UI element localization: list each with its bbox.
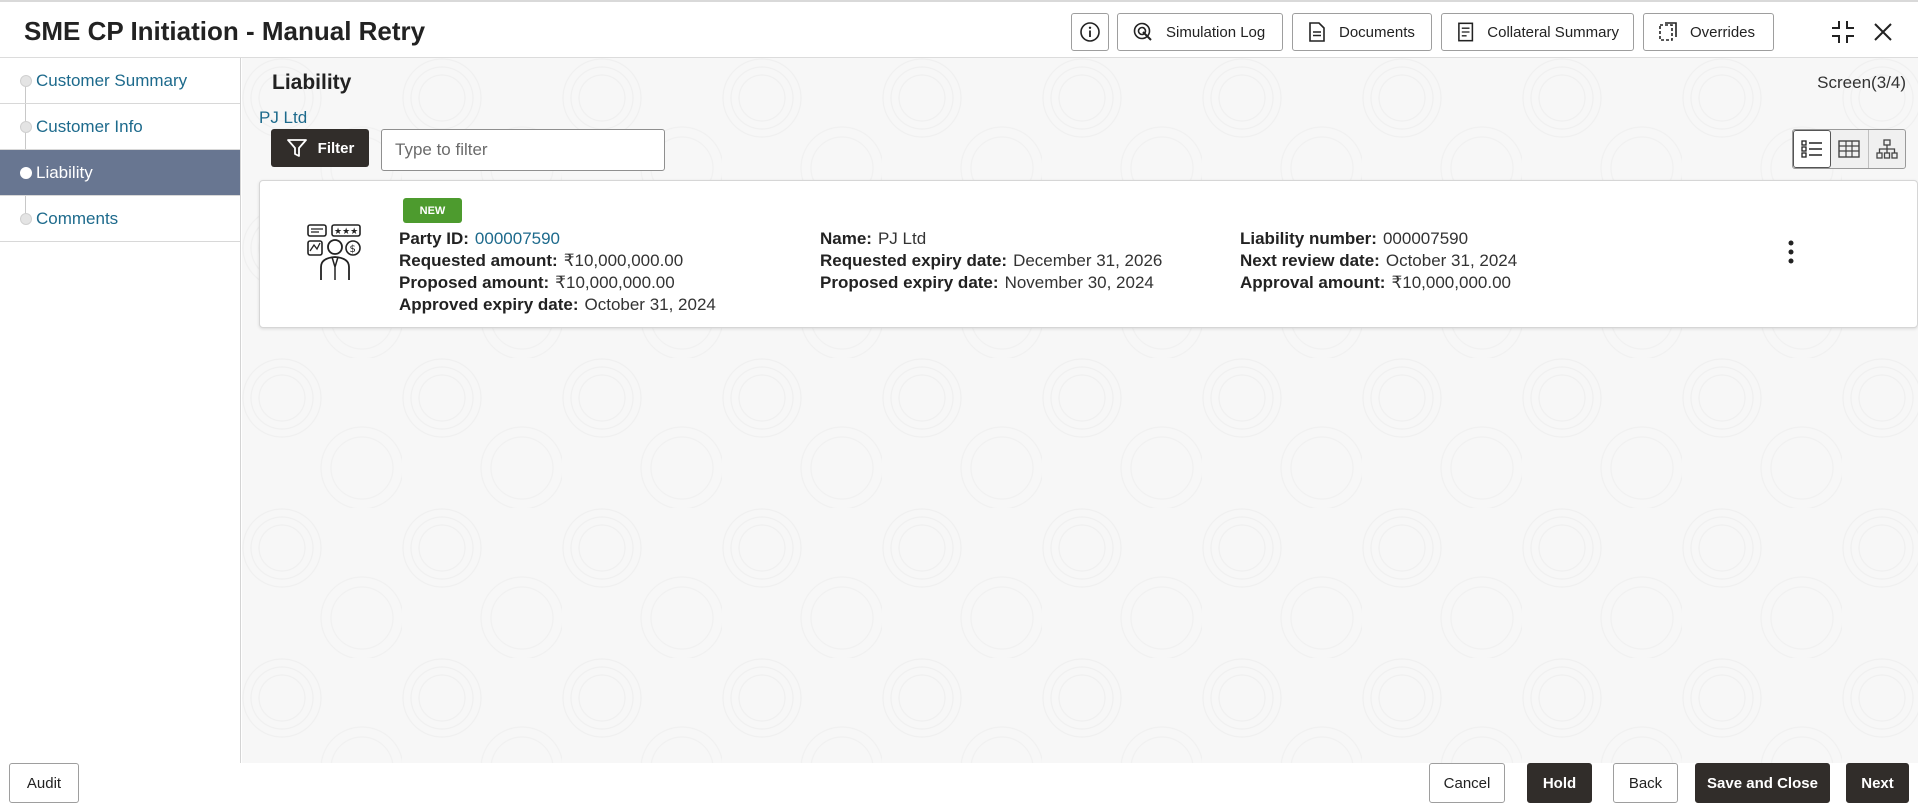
hierarchy-view-icon: [1876, 139, 1898, 159]
name-field: Name: PJ Ltd: [820, 229, 926, 249]
info-circle-icon: [1080, 22, 1100, 42]
document-icon: [1309, 22, 1325, 42]
sidebar-item-customer-info[interactable]: Customer Info: [0, 104, 240, 150]
field-value: October 31, 2024: [1385, 251, 1518, 270]
field-label: Requested expiry date:: [820, 251, 1008, 270]
cancel-button[interactable]: Cancel: [1429, 763, 1505, 803]
field-label: Approved expiry date:: [399, 295, 579, 314]
next-review-date-field: Next review date: October 31, 2024: [1240, 251, 1517, 271]
overrides-label: Overrides: [1690, 23, 1756, 41]
field-value: ₹10,000,000.00: [1391, 273, 1511, 292]
app-header: SME CP Initiation - Manual Retry Simulat…: [0, 0, 1918, 58]
kebab-menu-icon: [1788, 240, 1794, 264]
field-value: December 31, 2026: [1013, 251, 1163, 270]
list-view-icon: [1801, 140, 1823, 158]
proposed-amount-field: Proposed amount: ₹10,000,000.00: [399, 273, 675, 293]
next-button[interactable]: Next: [1846, 763, 1909, 803]
back-button[interactable]: Back: [1613, 763, 1678, 803]
sidebar-item-label: Customer Info: [36, 116, 143, 136]
requested-amount-field: Requested amount: ₹10,000,000.00: [399, 251, 683, 271]
screen-counter: Screen(3/4): [1817, 73, 1906, 92]
simulation-log-button[interactable]: Simulation Log: [1117, 13, 1283, 51]
status-badge: NEW: [403, 198, 462, 223]
documents-button[interactable]: Documents: [1292, 13, 1432, 51]
field-label: Requested amount:: [399, 251, 558, 270]
list-view-button[interactable]: [1793, 130, 1832, 168]
approval-amount-field: Approval amount: ₹10,000,000.00: [1240, 273, 1511, 293]
hold-button[interactable]: Hold: [1527, 763, 1592, 803]
table-view-button[interactable]: [1831, 130, 1869, 168]
field-label: Liability number:: [1240, 229, 1377, 248]
field-value: ₹10,000,000.00: [555, 273, 675, 292]
collapse-button[interactable]: [1829, 18, 1857, 46]
sidebar-item-liability[interactable]: Liability: [0, 150, 240, 196]
filter-button[interactable]: Filter: [271, 129, 369, 167]
simulation-log-label: Simulation Log: [1166, 23, 1266, 41]
step-dot-icon: [20, 121, 32, 133]
field-label: Proposed amount:: [399, 273, 550, 292]
sidebar-item-customer-summary[interactable]: Customer Summary: [0, 58, 240, 104]
overrides-icon: [1659, 22, 1677, 41]
more-actions-button[interactable]: [1787, 239, 1795, 270]
filter-input[interactable]: [381, 129, 665, 171]
step-dot-icon: [20, 213, 32, 225]
filter-label: Filter: [317, 139, 355, 157]
close-button[interactable]: [1869, 18, 1897, 46]
approved-expiry-date-field: Approved expiry date: October 31, 2024: [399, 295, 716, 315]
page-title: SME CP Initiation - Manual Retry: [24, 16, 426, 46]
field-label: Party ID:: [399, 229, 469, 248]
info-button[interactable]: [1071, 13, 1109, 51]
filter-icon: [286, 139, 307, 157]
sidebar-item-label: Customer Summary: [36, 70, 188, 90]
sidebar-item-comments[interactable]: Comments: [0, 196, 240, 242]
sidebar-item-label: Comments: [36, 208, 119, 228]
field-label: Next review date:: [1240, 251, 1380, 270]
field-value: PJ Ltd: [877, 229, 927, 248]
liability-card[interactable]: ★★★ $ NEW Party ID: 000007590 Requested a…: [259, 180, 1918, 328]
field-value: ₹10,000,000.00: [563, 251, 684, 270]
documents-label: Documents: [1339, 23, 1415, 41]
sidebar-item-label: Liability: [36, 162, 93, 182]
main-content: Liability Screen(3/4) PJ Ltd Filter Type…: [242, 58, 1918, 763]
party-id-link[interactable]: 000007590: [475, 229, 560, 248]
overrides-button[interactable]: Overrides: [1643, 13, 1774, 51]
field-value: November 30, 2024: [1004, 273, 1154, 292]
requested-expiry-date-field: Requested expiry date: December 31, 2026: [820, 251, 1162, 271]
field-label: Proposed expiry date:: [820, 273, 999, 292]
collateral-icon: [1458, 22, 1474, 42]
step-dot-icon: [20, 75, 32, 87]
collateral-summary-button[interactable]: Collateral Summary: [1441, 13, 1634, 51]
svg-text:★★★: ★★★: [334, 227, 358, 237]
collapse-icon: [1832, 21, 1854, 43]
party-id-field: Party ID: 000007590: [399, 229, 560, 249]
field-label: Name:: [820, 229, 872, 248]
field-value: 000007590: [1382, 229, 1469, 248]
view-mode-switcher: [1792, 129, 1906, 169]
liability-number-field: Liability number: 000007590: [1240, 229, 1468, 249]
collateral-summary-label: Collateral Summary: [1487, 23, 1619, 41]
breadcrumb-link[interactable]: PJ Ltd: [259, 108, 307, 128]
action-footer: Audit Cancel Hold Back Save and Close Ne…: [0, 763, 1918, 803]
sidebar-nav: Customer Summary Customer Info Liability…: [0, 58, 241, 799]
section-title: Liability: [272, 71, 352, 94]
close-icon: [1874, 23, 1892, 41]
svg-text:$: $: [350, 244, 356, 255]
save-and-close-button[interactable]: Save and Close: [1695, 763, 1830, 803]
audit-button[interactable]: Audit: [9, 763, 79, 803]
proposed-expiry-date-field: Proposed expiry date: November 30, 2024: [820, 273, 1154, 293]
hierarchy-view-button[interactable]: [1869, 130, 1905, 168]
field-value: October 31, 2024: [584, 295, 716, 314]
table-view-icon: [1838, 140, 1861, 158]
step-dot-icon: [20, 167, 32, 179]
field-label: Approval amount:: [1240, 273, 1386, 292]
simulation-icon: [1133, 22, 1152, 41]
customer-avatar-icon: ★★★ $: [307, 224, 361, 280]
